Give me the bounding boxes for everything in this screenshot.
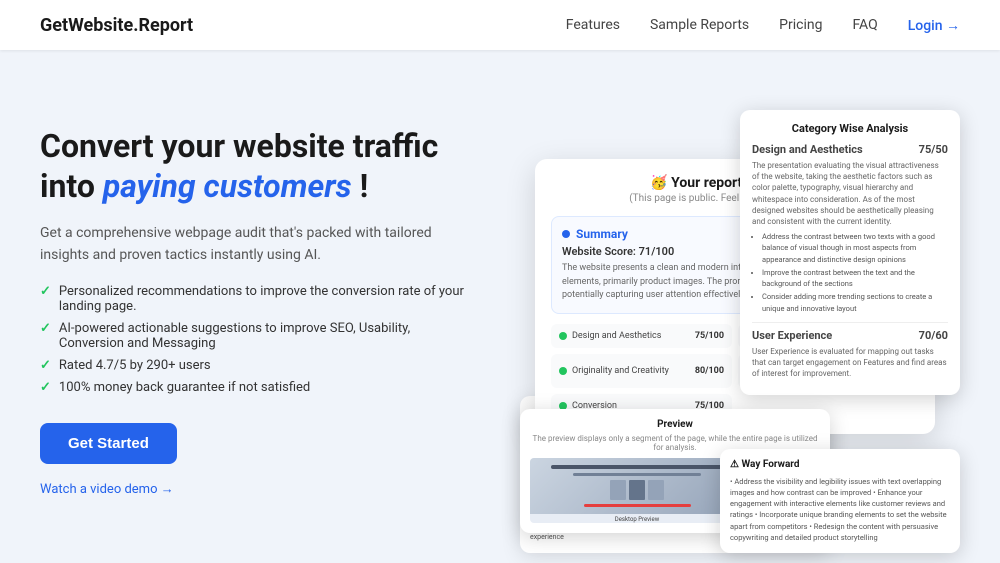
- metric-design: Design and Aesthetics 75/100: [551, 324, 732, 348]
- category-ux-desc: User Experience is evaluated for mapping…: [752, 346, 948, 380]
- navbar: GetWebsite.Report Features Sample Report…: [0, 0, 1000, 50]
- feature-item-3: ✓Rated 4.7/5 by 290+ users: [40, 358, 470, 373]
- nav-login[interactable]: Login →: [908, 17, 960, 34]
- category-bullet-3: Consider adding more trending sections t…: [762, 291, 948, 314]
- headline-highlight: paying customers: [103, 167, 352, 205]
- feature-item-2: ✓AI-powered actionable suggestions to im…: [40, 321, 470, 351]
- nav-links: Features Sample Reports Pricing FAQ Logi…: [566, 17, 960, 34]
- nav-link-faq[interactable]: FAQ: [852, 17, 877, 33]
- hero-right: 🥳 Your report is ready! 🥳 (This page is …: [510, 50, 960, 563]
- video-demo-link[interactable]: Watch a video demo →: [40, 482, 174, 497]
- metric-originality: Originality and Creativity 80/100: [551, 354, 732, 388]
- category-analysis-card: Category Wise Analysis Design and Aesthe…: [740, 110, 960, 395]
- category-design-desc: The presentation evaluating the visual a…: [752, 160, 948, 227]
- wayforward-card: ⚠ Way Forward • Address the visibility a…: [720, 449, 960, 554]
- check-icon-1: ✓: [40, 284, 51, 299]
- wayforward-title: ⚠ Way Forward: [730, 459, 950, 470]
- check-icon-3: ✓: [40, 358, 51, 373]
- nav-link-features[interactable]: Features: [566, 17, 620, 33]
- feature-item-1: ✓Personalized recommendations to improve…: [40, 284, 470, 314]
- hero-subtext: Get a comprehensive webpage audit that's…: [40, 222, 470, 267]
- main-content: Convert your website traffic into paying…: [0, 50, 1000, 563]
- preview-title: Preview: [530, 419, 820, 430]
- features-list: ✓Personalized recommendations to improve…: [40, 284, 470, 395]
- category-bullet-2: Improve the contrast between the text an…: [762, 267, 948, 290]
- nav-logo: GetWebsite.Report: [40, 15, 193, 36]
- category-bullets: Address the contrast between two texts w…: [752, 231, 948, 314]
- metric-dot-design: [559, 332, 567, 340]
- nav-link-sample-reports[interactable]: Sample Reports: [650, 17, 749, 33]
- category-ux-score: User Experience 70/60: [752, 329, 948, 342]
- check-icon-4: ✓: [40, 380, 51, 395]
- category-bullet-1: Address the contrast between two texts w…: [762, 231, 948, 265]
- desktop-label: Desktop Preview: [615, 516, 659, 523]
- metric-dot-originality: [559, 367, 567, 375]
- headline: Convert your website traffic into paying…: [40, 126, 470, 206]
- nav-link-pricing[interactable]: Pricing: [779, 17, 822, 33]
- desktop-preview-image: Desktop Preview: [530, 458, 744, 523]
- summary-dot: [562, 230, 570, 238]
- get-started-button[interactable]: Get Started: [40, 423, 177, 464]
- headline-end: !: [352, 167, 369, 205]
- category-design-score: Design and Aesthetics 75/50: [752, 143, 948, 156]
- category-card-title: Category Wise Analysis: [752, 122, 948, 135]
- check-icon-2: ✓: [40, 321, 51, 336]
- feature-item-4: ✓100% money back guarantee if not satisf…: [40, 380, 470, 395]
- wayforward-text: • Address the visibility and legibility …: [730, 476, 950, 544]
- hero-left: Convert your website traffic into paying…: [40, 116, 470, 498]
